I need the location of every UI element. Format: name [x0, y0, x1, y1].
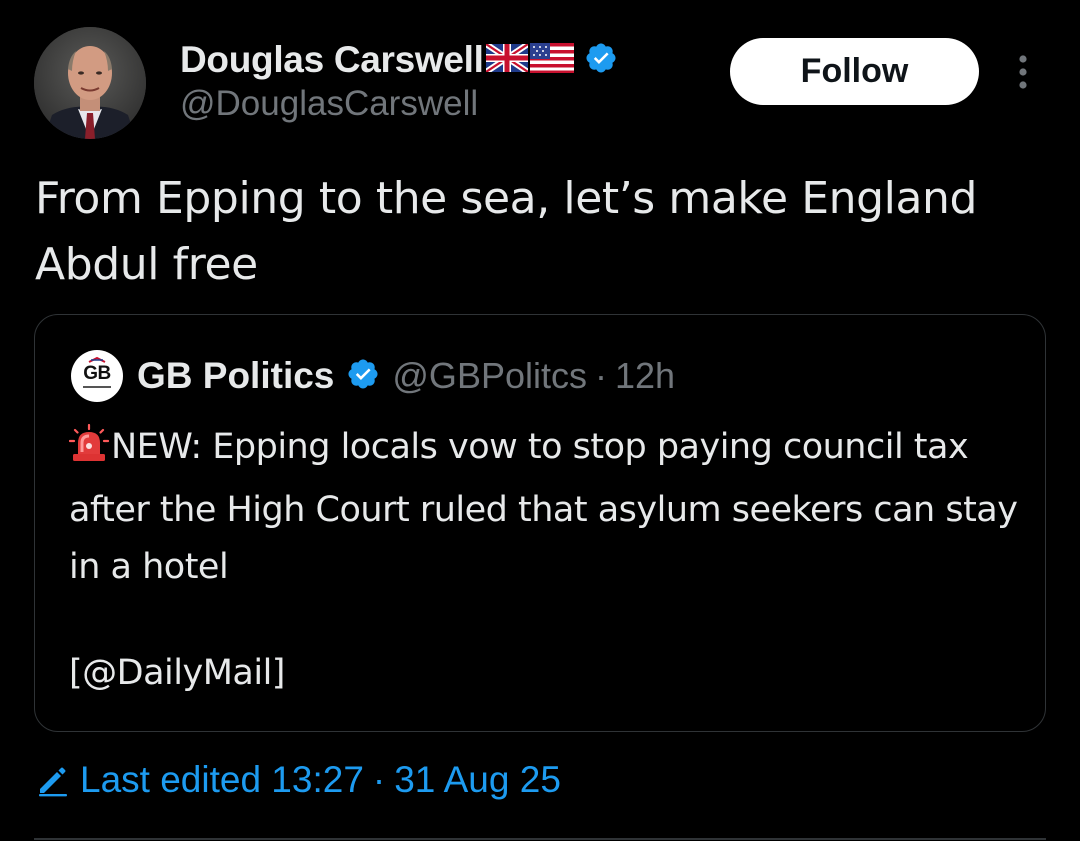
- siren-icon: [68, 423, 110, 482]
- verified-badge-icon: [584, 41, 618, 79]
- quoted-tweet-body: NEW: Epping locals vow to stop paying co…: [68, 419, 1029, 596]
- uk-flag-icon: [483, 41, 530, 76]
- pencil-icon: [36, 763, 70, 797]
- quoted-tweet-header: GB GB Politics @GBPolitcs · 12h: [71, 350, 675, 402]
- last-edited-row[interactable]: Last edited 13:27 · 31 Aug 25: [36, 752, 561, 808]
- us-flag-icon: [529, 43, 574, 77]
- more-vertical-icon[interactable]: [1010, 52, 1036, 92]
- quoted-avatar-label: GB: [83, 363, 111, 384]
- edit-date[interactable]: 31 Aug 25: [394, 759, 561, 801]
- tweet-text: From Epping to the sea, let’s make Engla…: [35, 173, 978, 290]
- quoted-separator: ·: [594, 355, 607, 396]
- avatar-image: [34, 27, 146, 139]
- quoted-author-name[interactable]: GB Politics: [137, 355, 334, 397]
- author-name[interactable]: Douglas Carswell: [180, 39, 484, 81]
- quoted-author-avatar[interactable]: GB: [71, 350, 123, 402]
- edit-separator: ·: [372, 759, 386, 800]
- author-name-row: Douglas Carswell: [180, 36, 618, 84]
- quoted-author-handle[interactable]: @GBPolitcs: [392, 355, 587, 397]
- follow-button[interactable]: Follow: [730, 38, 979, 105]
- quoted-timestamp[interactable]: 12h: [615, 355, 675, 397]
- last-edited-label[interactable]: Last edited 13:27: [80, 759, 364, 801]
- author-handle[interactable]: @DouglasCarswell: [180, 84, 478, 124]
- quoted-tweet-card[interactable]: GB GB Politics @GBPolitcs · 12h NEW: Epp…: [34, 314, 1046, 732]
- quoted-verified-badge-icon: [346, 357, 380, 395]
- author-avatar[interactable]: [34, 27, 146, 139]
- bottom-divider: [34, 838, 1046, 840]
- quoted-tweet-text: NEW: Epping locals vow to stop paying co…: [69, 427, 1018, 587]
- quoted-source: [@DailyMail]: [69, 653, 285, 693]
